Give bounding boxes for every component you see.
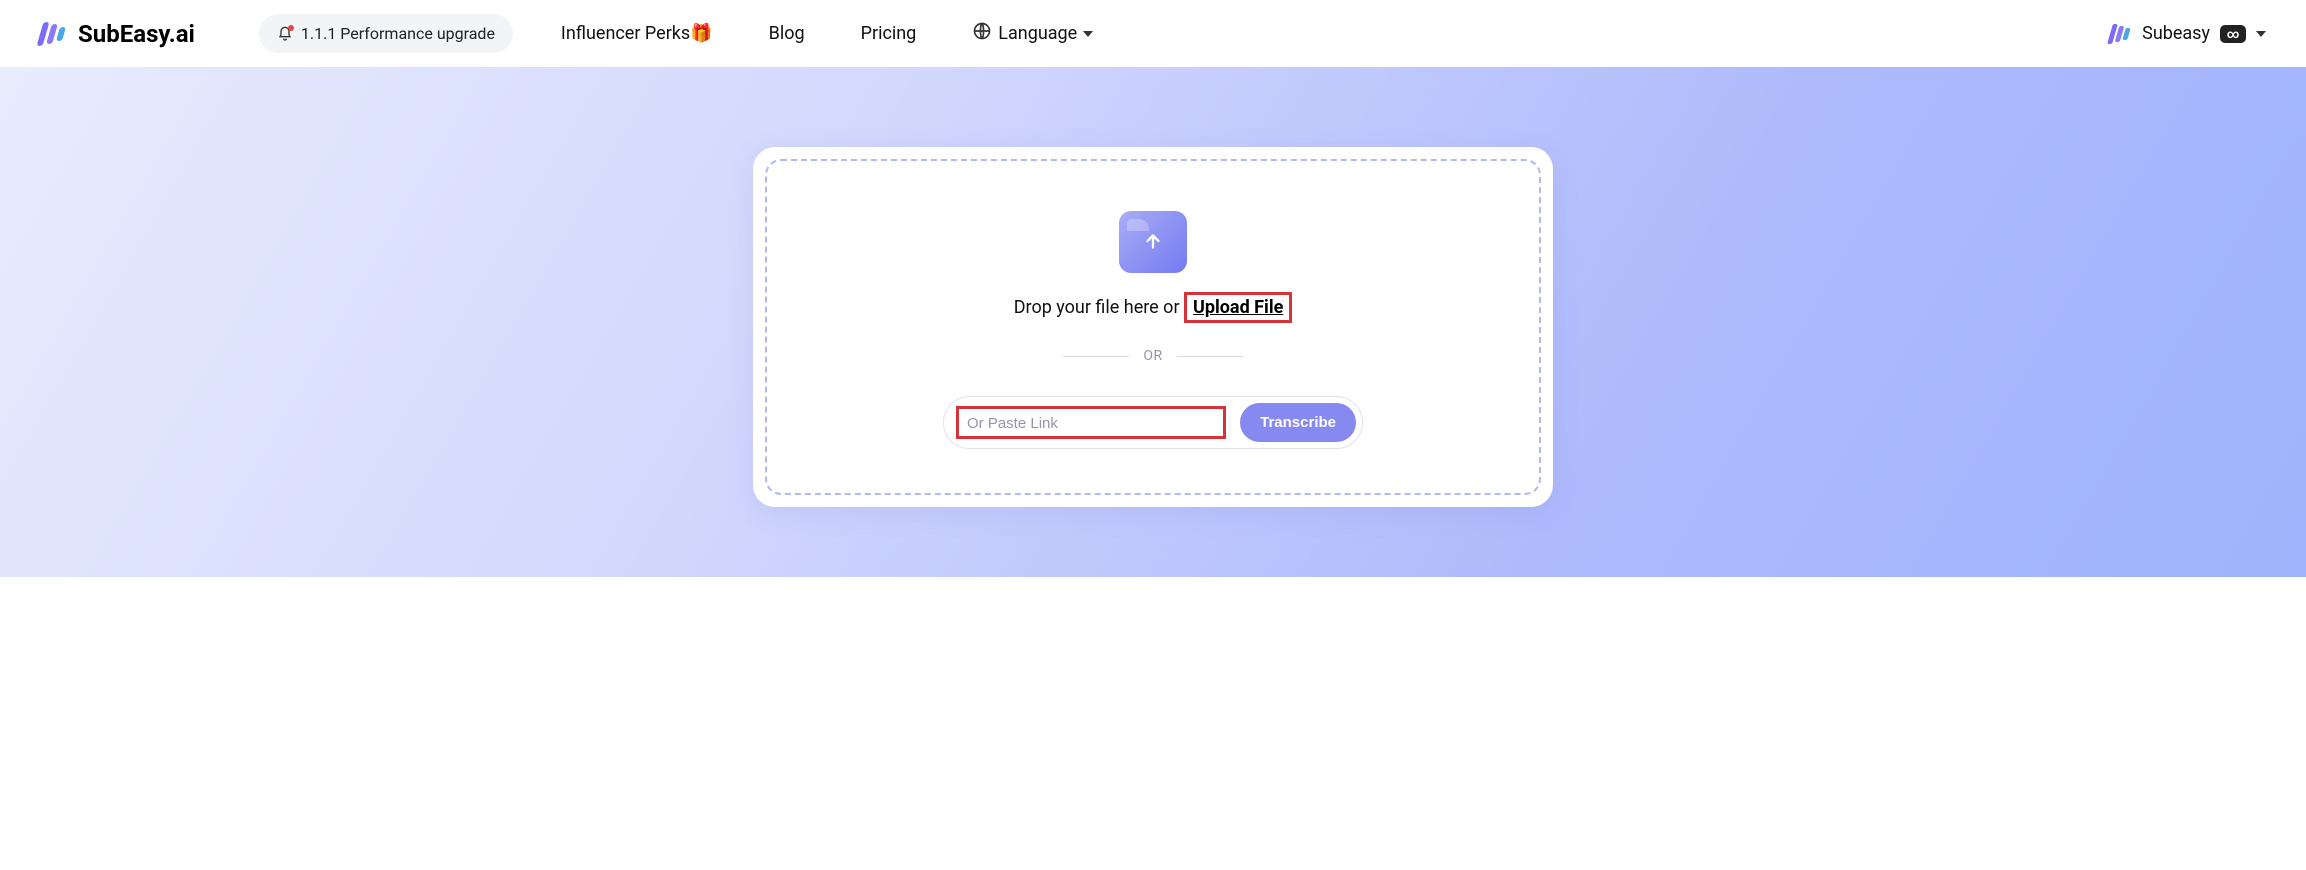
globe-icon [972,21,992,46]
nav-pricing[interactable]: Pricing [857,17,921,50]
chevron-down-icon [2256,31,2266,37]
upgrade-label: 1.1.1 Performance upgrade [301,24,495,43]
language-dropdown[interactable]: Language [968,15,1097,52]
header-bar: SubEasy.ai 1.1.1 Performance upgrade Inf… [0,0,2306,67]
transcribe-button[interactable]: Transcribe [1240,403,1356,442]
nav-influencer-perks[interactable]: Influencer Perks🎁 [557,17,717,50]
drop-text: Drop your file here or Upload File [1014,297,1293,318]
paste-link-row: Transcribe [943,396,1363,449]
brand-logo[interactable]: SubEasy.ai [40,20,195,48]
account-dropdown[interactable]: Subeasy ∞ [2110,23,2266,45]
language-label: Language [998,23,1077,44]
chevron-down-icon [1083,31,1093,37]
hero-section: Drop your file here or Upload File OR Tr… [0,67,2306,577]
logo-text: SubEasy.ai [78,20,195,48]
upload-file-link[interactable]: Upload File [1184,292,1292,323]
paste-link-input[interactable] [967,415,1215,432]
paste-link-highlight [956,406,1226,439]
or-divider: OR [1063,348,1243,364]
drop-prefix: Drop your file here or [1014,297,1180,318]
logo-mark-icon [40,20,68,48]
upload-card: Drop your file here or Upload File OR Tr… [753,147,1553,507]
infinity-badge-icon: ∞ [2220,25,2246,43]
folder-upload-icon [1119,211,1187,273]
nav-links: Influencer Perks🎁 Blog Pricing Language [557,15,1097,52]
nav-influencer-label: Influencer Perks🎁 [561,23,713,44]
bell-icon [277,26,293,42]
or-label: OR [1143,348,1162,364]
account-name: Subeasy [2142,23,2210,44]
nav-blog[interactable]: Blog [765,17,809,50]
upload-dropzone[interactable]: Drop your file here or Upload File OR Tr… [765,159,1541,495]
account-logo-icon [2110,23,2132,45]
upgrade-pill[interactable]: 1.1.1 Performance upgrade [259,14,513,53]
